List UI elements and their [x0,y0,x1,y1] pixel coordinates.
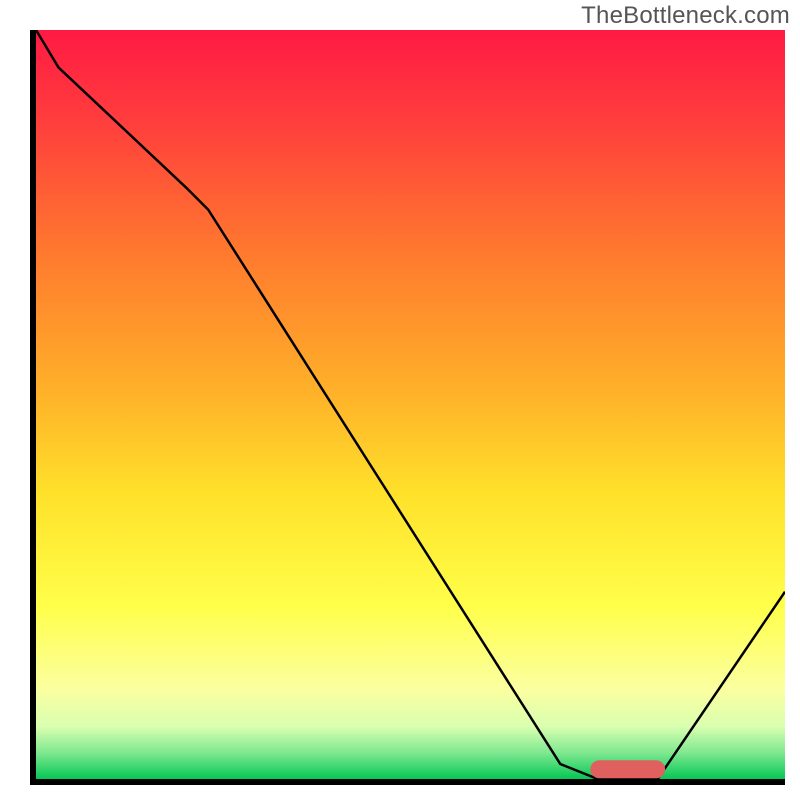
optimal-range-marker [590,760,665,778]
chart-plot-area [30,30,785,785]
watermark-text: TheBottleneck.com [581,2,790,30]
chart-frame: TheBottleneck.com [0,0,800,800]
gradient-rect [36,30,785,779]
chart-svg [36,30,785,779]
